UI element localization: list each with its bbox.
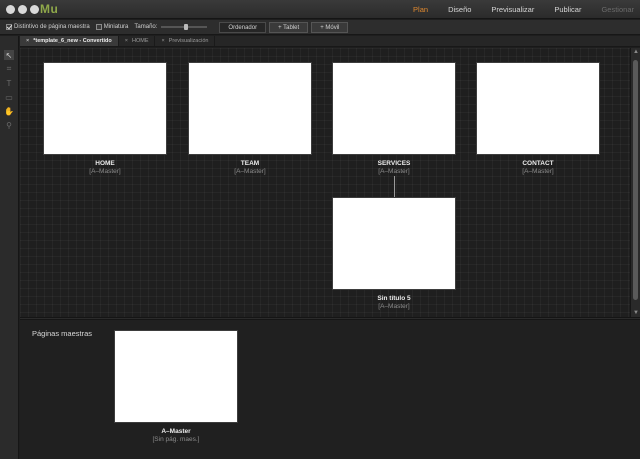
plan-options-bar: Distintivo de página maestra Miniatura T…: [0, 20, 640, 35]
page-name: HOME: [95, 160, 115, 167]
mode-switcher: Plan Diseño Previsualizar Publicar Gesti…: [393, 0, 634, 19]
mode-preview[interactable]: Previsualizar: [491, 5, 534, 14]
thumbnail-checkbox[interactable]: [95, 24, 102, 30]
page-master-badge: [A–Master]: [522, 168, 554, 175]
size-slider-knob[interactable]: [184, 24, 189, 30]
page-thumbnail[interactable]: [43, 62, 167, 155]
page-team[interactable]: TEAM [A–Master]: [188, 62, 312, 175]
title-bar: Mu Plan Diseño Previsualizar Publicar Ge…: [0, 0, 640, 19]
tab-preview[interactable]: × Previsualización: [155, 36, 216, 46]
close-window-button[interactable]: [6, 5, 15, 14]
scroll-up-icon[interactable]: ▲: [633, 49, 639, 55]
page-master-badge: [A–Master]: [89, 168, 121, 175]
minimize-window-button[interactable]: [18, 5, 27, 14]
layout-desktop-button[interactable]: Ordenador: [219, 21, 267, 33]
layout-add-tablet-button[interactable]: + Tablet: [269, 21, 309, 33]
text-tool-icon[interactable]: T: [4, 78, 14, 88]
page-name: Sin título 5: [377, 295, 411, 302]
page-name: CONTACT: [522, 160, 554, 167]
page-name: A–Master: [161, 428, 191, 435]
app-logo: Mu: [40, 2, 59, 16]
page-thumbnail[interactable]: [188, 62, 312, 155]
mode-plan[interactable]: Plan: [413, 5, 428, 14]
zoom-tool-icon[interactable]: ⚲: [4, 120, 14, 130]
page-master-badge: [Sin pág. maes.]: [152, 436, 200, 443]
selection-tool-icon[interactable]: ↖: [4, 50, 14, 60]
master-pages-title: Páginas maestras: [32, 329, 93, 338]
thumbnail-toggle[interactable]: Miniatura: [95, 24, 129, 30]
master-pages-panel: Páginas maestras A–Master [Sin pág. maes…: [20, 320, 640, 459]
size-slider[interactable]: [161, 24, 208, 30]
size-control: Tamaño:: [134, 24, 208, 30]
thumbnail-label: Miniatura: [103, 24, 129, 30]
hand-tool-icon[interactable]: ✋: [4, 106, 14, 116]
page-home[interactable]: HOME [A–Master]: [43, 62, 167, 175]
page-master-badge: [A–Master]: [378, 303, 410, 310]
canvas-scrollbar[interactable]: ▲ ▼: [630, 48, 640, 317]
scroll-down-icon[interactable]: ▼: [633, 310, 639, 316]
tab-label: *template_6_new - Convertido: [33, 38, 112, 44]
crop-tool-icon[interactable]: ⌗: [4, 64, 14, 74]
page-thumbnail[interactable]: [476, 62, 600, 155]
page-name: TEAM: [240, 160, 260, 167]
site-map-canvas[interactable]: HOME [A–Master] TEAM [A–Master] SERVICES…: [20, 48, 630, 317]
tool-strip: ↖ ⌗ T ▭ ✋ ⚲: [0, 36, 19, 459]
page-hierarchy-connector: [394, 176, 395, 197]
size-label: Tamaño:: [134, 24, 158, 30]
mode-publish[interactable]: Publicar: [554, 5, 581, 14]
zoom-window-button[interactable]: [30, 5, 39, 14]
page-thumbnail[interactable]: [332, 62, 456, 155]
layout-selector: Ordenador + Tablet + Móvil: [219, 21, 349, 33]
master-badge-toggle[interactable]: Distintivo de página maestra: [6, 24, 90, 30]
scrollbar-thumb[interactable]: [633, 60, 638, 300]
page-untitled-5[interactable]: Sin título 5 [A–Master]: [332, 197, 456, 310]
master-page-a[interactable]: A–Master [Sin pág. maes.]: [114, 330, 238, 443]
master-badge-checkbox[interactable]: [6, 24, 12, 30]
close-tab-icon[interactable]: ×: [161, 38, 164, 44]
document-tabs: × *template_6_new - Convertido × HOME × …: [20, 36, 640, 47]
tab-template[interactable]: × *template_6_new - Convertido: [20, 36, 119, 46]
close-tab-icon[interactable]: ×: [125, 38, 128, 44]
layout-add-mobile-button[interactable]: + Móvil: [311, 21, 349, 33]
rectangle-tool-icon[interactable]: ▭: [4, 92, 14, 102]
page-thumbnail[interactable]: [114, 330, 238, 423]
tab-label: Previsualización: [168, 38, 209, 44]
page-master-badge: [A–Master]: [234, 168, 266, 175]
page-contact[interactable]: CONTACT [A–Master]: [476, 62, 600, 175]
close-tab-icon[interactable]: ×: [26, 38, 29, 44]
page-thumbnail[interactable]: [332, 197, 456, 290]
mode-design[interactable]: Diseño: [448, 5, 471, 14]
tab-label: HOME: [131, 38, 149, 44]
page-name: SERVICES: [377, 160, 411, 167]
master-badge-label: Distintivo de página maestra: [14, 24, 90, 30]
page-master-badge: [A–Master]: [378, 168, 410, 175]
tab-home[interactable]: × HOME: [119, 36, 156, 46]
mode-manage[interactable]: Gestionar: [601, 5, 634, 14]
page-services[interactable]: SERVICES [A–Master]: [332, 62, 456, 175]
